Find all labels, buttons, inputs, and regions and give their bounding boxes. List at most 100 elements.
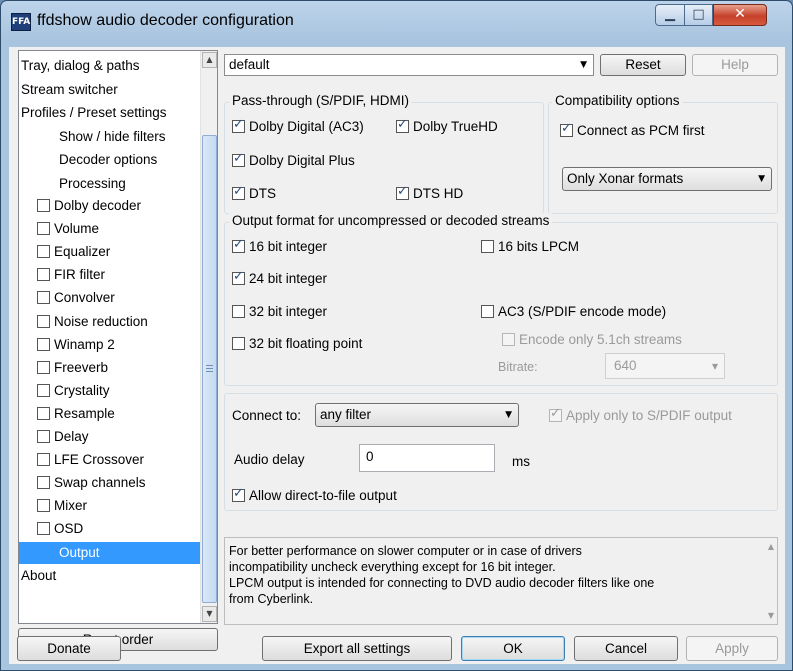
truehd-checkbox[interactable]: Dolby TrueHD xyxy=(396,117,498,134)
filter-checkbox[interactable] xyxy=(37,222,50,236)
filter-checkbox[interactable] xyxy=(37,314,50,328)
filter-checkbox[interactable] xyxy=(37,199,50,212)
filter-checkbox[interactable] xyxy=(37,268,50,282)
filter-checkbox[interactable] xyxy=(37,453,50,467)
sidebar-item-label: OSD xyxy=(54,521,84,537)
sidebar-item-label: Winamp 2 xyxy=(54,336,115,352)
sidebar-item[interactable]: LFE Crossover xyxy=(37,449,144,471)
minimize-button[interactable]: ▁ xyxy=(655,4,685,26)
sidebar-item[interactable]: Crystality xyxy=(37,380,110,402)
b16-checkbox[interactable]: 16 bit integer xyxy=(232,237,327,254)
compat-group-title: Compatibility options xyxy=(552,93,683,108)
sidebar-item[interactable]: Noise reduction xyxy=(37,311,148,333)
encode51-check xyxy=(502,333,515,346)
b32-checkbox[interactable]: 32 bit integer xyxy=(232,304,327,319)
export-settings-button[interactable]: Export all settings xyxy=(262,636,452,661)
sidebar-item[interactable]: Decoder options xyxy=(59,149,157,171)
sidebar-item-label: LFE Crossover xyxy=(54,452,145,468)
filter-checkbox[interactable] xyxy=(37,522,50,536)
donate-button[interactable]: Donate xyxy=(17,636,121,661)
apply-spdif-check xyxy=(549,406,562,422)
lpcm16-checkbox[interactable]: 16 bits LPCM xyxy=(481,239,579,254)
ac3enc-checkbox[interactable]: AC3 (S/PDIF encode mode) xyxy=(481,304,666,319)
cancel-button[interactable]: Cancel xyxy=(574,636,678,661)
sidebar-item-label: FIR filter xyxy=(54,267,106,283)
sidebar-item[interactable]: Resample xyxy=(37,403,115,425)
ffdshow-app-icon: FFA xyxy=(11,13,31,31)
output-format-group-title: Output format for uncompressed or decode… xyxy=(229,213,553,228)
sidebar-item[interactable]: Winamp 2 xyxy=(37,334,115,356)
b32f-check xyxy=(232,337,245,350)
sidebar-item-label: Swap channels xyxy=(54,475,146,491)
sidebar-item[interactable]: Mixer xyxy=(37,495,87,517)
sidebar-item[interactable]: Show / hide filters xyxy=(59,126,166,148)
sidebar-item-label: Noise reduction xyxy=(54,313,148,329)
ac3enc-label: AC3 (S/PDIF encode mode) xyxy=(498,304,667,319)
sidebar-item[interactable]: Freeverb xyxy=(37,357,108,379)
sidebar-item-label: Dolby decoder xyxy=(54,198,142,213)
filter-checkbox[interactable] xyxy=(37,383,50,397)
scroll-up-icon[interactable]: ▲ xyxy=(202,52,217,68)
pcm-first-checkbox[interactable]: Connect as PCM first xyxy=(560,121,705,138)
sidebar-item[interactable]: FIR filter xyxy=(37,264,105,286)
dtshd-checkbox[interactable]: DTS HD xyxy=(396,184,463,201)
maximize-icon: □ xyxy=(692,7,705,22)
help-text-box[interactable]: For better performance on slower compute… xyxy=(224,537,778,625)
preset-select[interactable]: default ▼ xyxy=(224,54,594,76)
close-icon: ✕ xyxy=(734,6,746,22)
sidebar-item[interactable]: Delay xyxy=(37,426,89,448)
sidebar-item-label: Equalizer xyxy=(54,244,111,260)
filter-checkbox[interactable] xyxy=(37,291,50,305)
filter-checkbox[interactable] xyxy=(37,360,50,374)
sidebar-item-label: Processing xyxy=(59,176,126,191)
sidebar-item[interactable]: OSD xyxy=(37,518,83,540)
filter-checkbox[interactable] xyxy=(37,245,50,259)
sidebar-item[interactable]: Processing xyxy=(59,173,126,195)
audio-delay-input[interactable]: 0 xyxy=(359,444,495,472)
dts-checkbox[interactable]: DTS xyxy=(232,184,276,201)
title-bar[interactable]: FFA ffdshow audio decoder configuration … xyxy=(1,1,792,41)
formats-select[interactable]: Only Xonar formats ▼ xyxy=(562,167,772,191)
scroll-down-icon[interactable]: ▼ xyxy=(202,606,217,622)
ddplus-checkbox[interactable]: Dolby Digital Plus xyxy=(232,151,355,168)
settings-tree[interactable]: Tray, dialog & paths Stream switcher Profi… xyxy=(18,50,218,624)
sidebar-item[interactable]: Tray, dialog & paths xyxy=(21,55,140,77)
chevron-down-icon: ▼ xyxy=(580,60,587,70)
sidebar-item[interactable]: Stream switcher xyxy=(21,79,118,101)
pcm-first-check xyxy=(560,121,573,137)
sidebar-item[interactable]: Volume xyxy=(37,218,99,240)
sidebar-item[interactable]: Equalizer xyxy=(37,241,110,263)
b24-checkbox[interactable]: 24 bit integer xyxy=(232,269,328,286)
filter-checkbox[interactable] xyxy=(37,406,50,420)
direct-file-checkbox[interactable]: Allow direct-to-file output xyxy=(232,486,397,503)
sidebar-item[interactable]: Convolver xyxy=(37,287,115,309)
ok-button[interactable]: OK xyxy=(461,636,565,661)
sidebar-item-label: Mixer xyxy=(54,498,87,514)
sidebar-item-label: Profiles / Preset settings xyxy=(21,105,167,121)
compat-group xyxy=(548,102,778,214)
sidebar-item[interactable]: About xyxy=(21,565,56,587)
direct-file-check xyxy=(232,486,245,502)
reset-button[interactable]: Reset xyxy=(600,54,686,76)
close-button[interactable]: ✕ xyxy=(713,4,767,26)
filter-checkbox[interactable] xyxy=(37,337,50,351)
audio-delay-label: Audio delay xyxy=(234,452,305,467)
b32-check xyxy=(232,305,245,318)
sidebar-item[interactable]: Output xyxy=(19,541,202,564)
sidebar-item[interactable]: Profiles / Preset settings xyxy=(21,102,167,124)
tree-scrollbar[interactable]: ▲ ▼ xyxy=(200,51,217,623)
sidebar-item[interactable]: Dolby decoder xyxy=(37,195,141,217)
sidebar-item[interactable]: Swap channels xyxy=(37,472,146,494)
b32f-label: 32 bit floating point xyxy=(249,336,363,351)
filter-checkbox[interactable] xyxy=(37,499,50,513)
dialog-window: FFA ffdshow audio decoder configuration … xyxy=(0,0,793,671)
help-text: For better performance on slower compute… xyxy=(229,543,749,607)
ac3-checkbox[interactable]: Dolby Digital (AC3) xyxy=(232,117,364,134)
b32f-checkbox[interactable]: 32 bit floating point xyxy=(232,336,362,351)
scroll-thumb[interactable] xyxy=(202,135,217,603)
filter-checkbox[interactable] xyxy=(37,430,50,443)
filter-checkbox[interactable] xyxy=(37,476,50,490)
connect-to-select[interactable]: any filter ▼ xyxy=(315,403,519,427)
formats-select-value: Only Xonar formats xyxy=(567,171,684,186)
b24-label: 24 bit integer xyxy=(249,271,328,286)
